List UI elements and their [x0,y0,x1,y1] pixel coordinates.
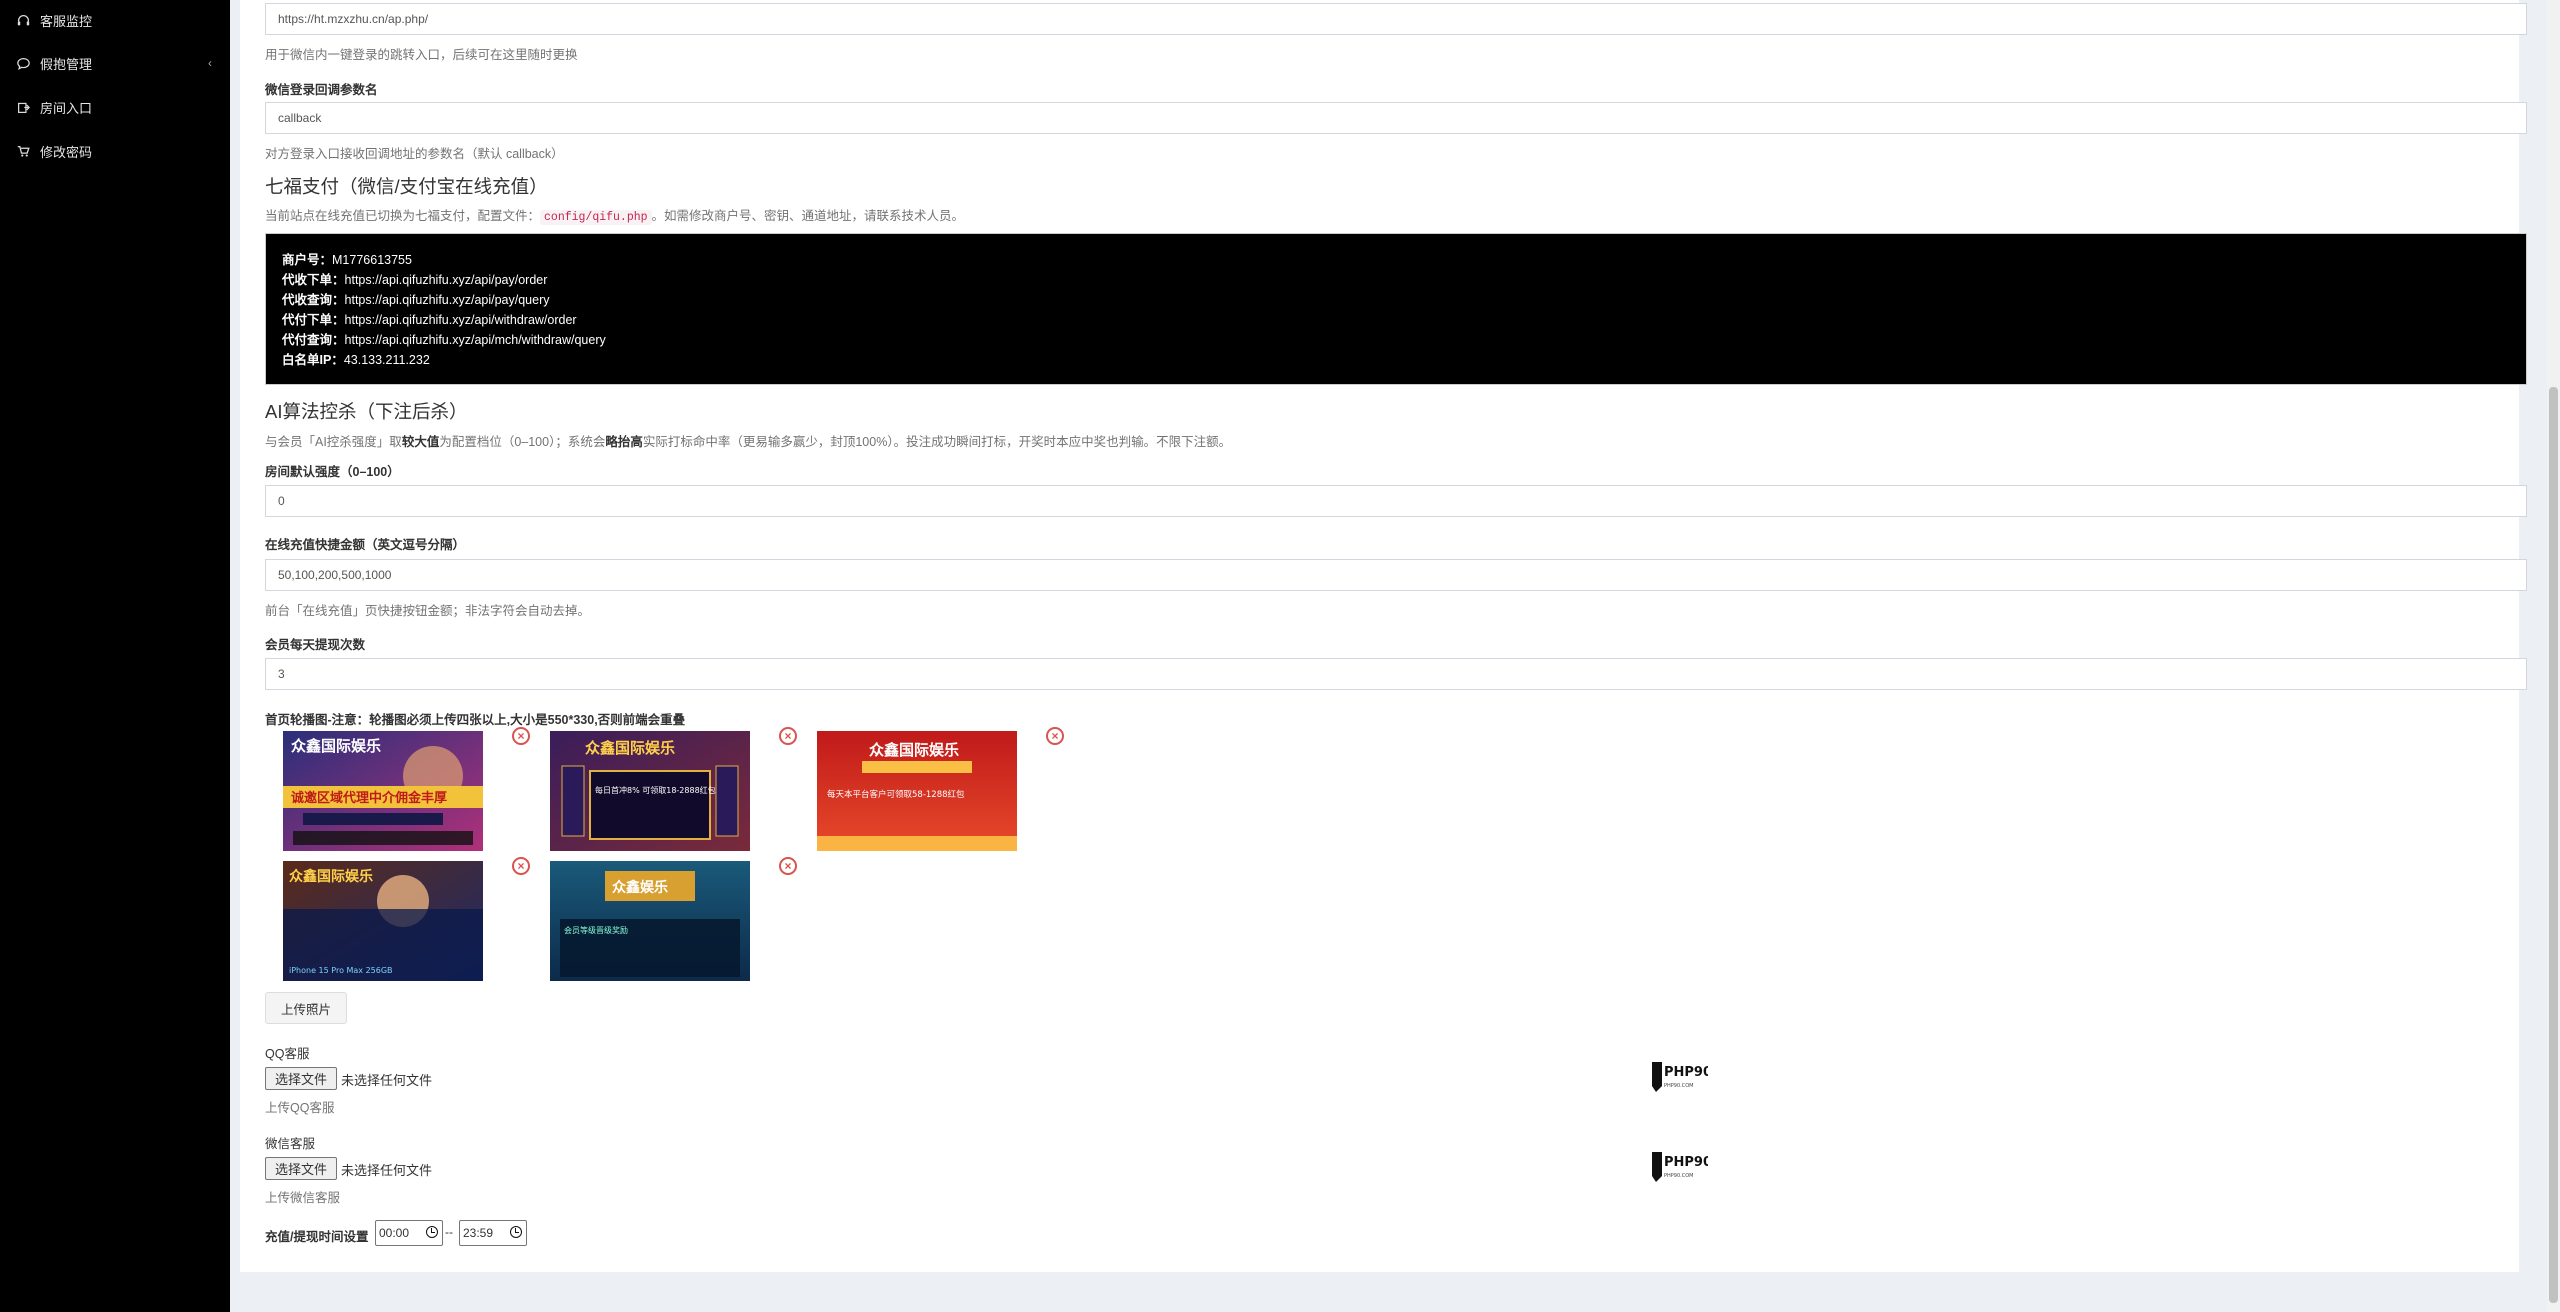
time-setting-label: 充值/提现时间设置 [265,1230,369,1244]
qifu-config-line: 代付查询：https://api.qifuzhifu.xyz/api/mch/w… [282,333,606,347]
svg-text:会员等级晋级奖励: 会员等级晋级奖励 [564,925,628,935]
time-end-input[interactable]: 23:59 [459,1220,527,1246]
carousel-image: 众鑫国际娱乐 每日首冲8% 可领取18-2888红包 [550,731,750,851]
carousel-image: 众鑫国际娱乐 iPhone 15 Pro Max 256GB [283,861,483,981]
callback-label: 微信登录回调参数名 [265,83,378,97]
room-strength-label: 房间默认强度（0–100） [265,465,400,479]
qq-choose-file-button[interactable]: 选择文件 [265,1067,337,1090]
login-url-help: 用于微信内一键登录的跳转入口，后续可在这里随时更换 [265,48,578,62]
delete-image-button[interactable]: × [779,857,797,875]
svg-text:每日首冲8% 可领取18-2888红包: 每日首冲8% 可领取18-2888红包 [595,785,716,795]
time-start-input[interactable]: 00:00 [375,1220,443,1246]
svg-text:众鑫国际娱乐: 众鑫国际娱乐 [585,739,675,757]
svg-text:PHP90: PHP90 [1664,1065,1708,1080]
wechat-choose-file-button[interactable]: 选择文件 [265,1157,337,1180]
ai-help: 与会员「AI控杀强度」取较大值为配置档位（0–100）；系统会略抬高实际打标命中… [265,435,1232,449]
sidebar-item-label: 修改密码 [40,144,93,160]
qifu-title: 七福支付（微信/支付宝在线充值） [265,176,548,197]
qifu-config-line: 代收下单：https://api.qifuzhifu.xyz/api/pay/o… [282,273,548,287]
recharge-amount-label: 在线充值快捷金额（英文逗号分隔） [265,538,466,552]
qifu-config-line: 白名单IP：43.133.211.232 [282,353,430,367]
wechat-service-label: 微信客服 [265,1137,316,1151]
sidebar-item-service-monitor[interactable]: 客服监控 [0,0,230,40]
delete-image-button[interactable]: × [512,857,530,875]
wechat-help: 上传微信客服 [265,1191,341,1205]
sidebar-item-label: 客服监控 [40,13,93,29]
qifu-config-line: 代收查询：https://api.qifuzhifu.xyz/api/pay/q… [282,293,550,307]
ai-title: AI算法控杀（下注后杀） [265,401,468,422]
clock-icon[interactable] [426,1226,438,1238]
wechat-no-file-text: 未选择任何文件 [341,1163,433,1178]
withdraw-times-input[interactable]: 3 [265,658,2527,690]
headset-icon [16,14,30,27]
chat-bubble-icon [16,57,30,70]
carousel-image: 众鑫国际娱乐 诚邀区域代理中介佣金丰厚 [283,731,483,851]
withdraw-times-label: 会员每天提现次数 [265,638,366,652]
upload-photo-button[interactable]: 上传照片 [265,992,347,1024]
delete-image-button[interactable]: × [1046,727,1064,745]
callback-help: 对方登录入口接收回调地址的参数名（默认 callback） [265,147,564,161]
svg-text:PHP90.COM: PHP90.COM [1664,1173,1693,1179]
qifu-help-post: 。如需修改商户号、密钥、通道地址，请联系技术人员。 [651,209,965,223]
qq-service-logo: PHP90 PHP90.COM [1650,1056,1712,1096]
delete-image-button[interactable]: × [779,727,797,745]
sidebar-item-label: 房间入口 [40,100,93,116]
door-icon [16,101,30,114]
sidebar-item-room-entry[interactable]: 房间入口 [0,87,230,127]
wechat-service-logo: PHP90 PHP90.COM [1650,1146,1712,1186]
carousel-image: 众鑫娱乐 会员等级晋级奖励 [550,861,750,981]
main-content: https://ht.mzxzhu.cn/ap.php/ 用于微信内一键登录的跳… [230,0,2530,1312]
sidebar-item-change-password[interactable]: 修改密码 [0,131,230,171]
carousel-image: 众鑫国际娱乐 每天本平台客户可领取58-1288红包 [817,731,1017,851]
page-scrollbar-thumb[interactable] [2549,387,2558,1303]
recharge-amount-help: 前台「在线充值」页快捷按钮金额；非法字符会自动去掉。 [265,604,591,618]
carousel-label: 首页轮播图-注意：轮播图必须上传四张以上,大小是550*330,否则前端会重叠 [265,713,686,727]
svg-text:众鑫娱乐: 众鑫娱乐 [612,879,668,896]
qifu-help: 当前站点在线充值已切换为七福支付，配置文件： config/qifu.php 。如需… [265,205,965,225]
sidebar-item-label: 假抱管理 [40,56,93,72]
clock-icon[interactable] [510,1226,522,1238]
qq-no-file-text: 未选择任何文件 [341,1073,433,1088]
qq-service-label: QQ客服 [265,1047,310,1061]
svg-text:诚邀区域代理中介佣金丰厚: 诚邀区域代理中介佣金丰厚 [291,790,447,806]
callback-input[interactable]: callback [265,102,2527,134]
qifu-config-line: 代付下单：https://api.qifuzhifu.xyz/api/withd… [282,313,577,327]
cart-icon [16,145,30,158]
room-strength-input[interactable]: 0 [265,485,2527,517]
chevron-left-icon: ‹ [208,56,212,70]
qifu-config-block: 商户号：M1776613755 代收下单：https://api.qifuzhi… [265,233,2527,385]
sidebar-item-fake-management[interactable]: 假抱管理 ‹ [0,43,230,83]
login-url-input[interactable]: https://ht.mzxzhu.cn/ap.php/ [265,3,2527,35]
svg-text:众鑫国际娱乐: 众鑫国际娱乐 [869,741,959,759]
time-start-value: 00:00 [379,1226,410,1240]
recharge-amount-input[interactable]: 50,100,200,500,1000 [265,559,2527,591]
settings-panel: https://ht.mzxzhu.cn/ap.php/ 用于微信内一键登录的跳… [240,0,2527,1272]
time-end-value: 23:59 [463,1226,494,1240]
qifu-config-path: config/qifu.php [540,210,652,225]
svg-text:PHP90: PHP90 [1664,1155,1708,1170]
qifu-help-pre: 当前站点在线充值已切换为七福支付，配置文件： [265,209,541,223]
qifu-config-line: 商户号：M1776613755 [282,253,412,267]
svg-text:众鑫国际娱乐: 众鑫国际娱乐 [291,737,381,755]
svg-text:众鑫国际娱乐: 众鑫国际娱乐 [289,868,373,885]
delete-image-button[interactable]: × [512,727,530,745]
sidebar: 客服监控 假抱管理 ‹ 房间入口 修改密码 [0,0,230,1312]
svg-text:PHP90.COM: PHP90.COM [1664,1083,1693,1089]
qq-help: 上传QQ客服 [265,1101,335,1115]
svg-text:iPhone 15 Pro Max 256GB: iPhone 15 Pro Max 256GB [289,966,393,975]
time-separator: -- [445,1225,453,1239]
svg-text:每天本平台客户可领取58-1288红包: 每天本平台客户可领取58-1288红包 [827,789,965,800]
